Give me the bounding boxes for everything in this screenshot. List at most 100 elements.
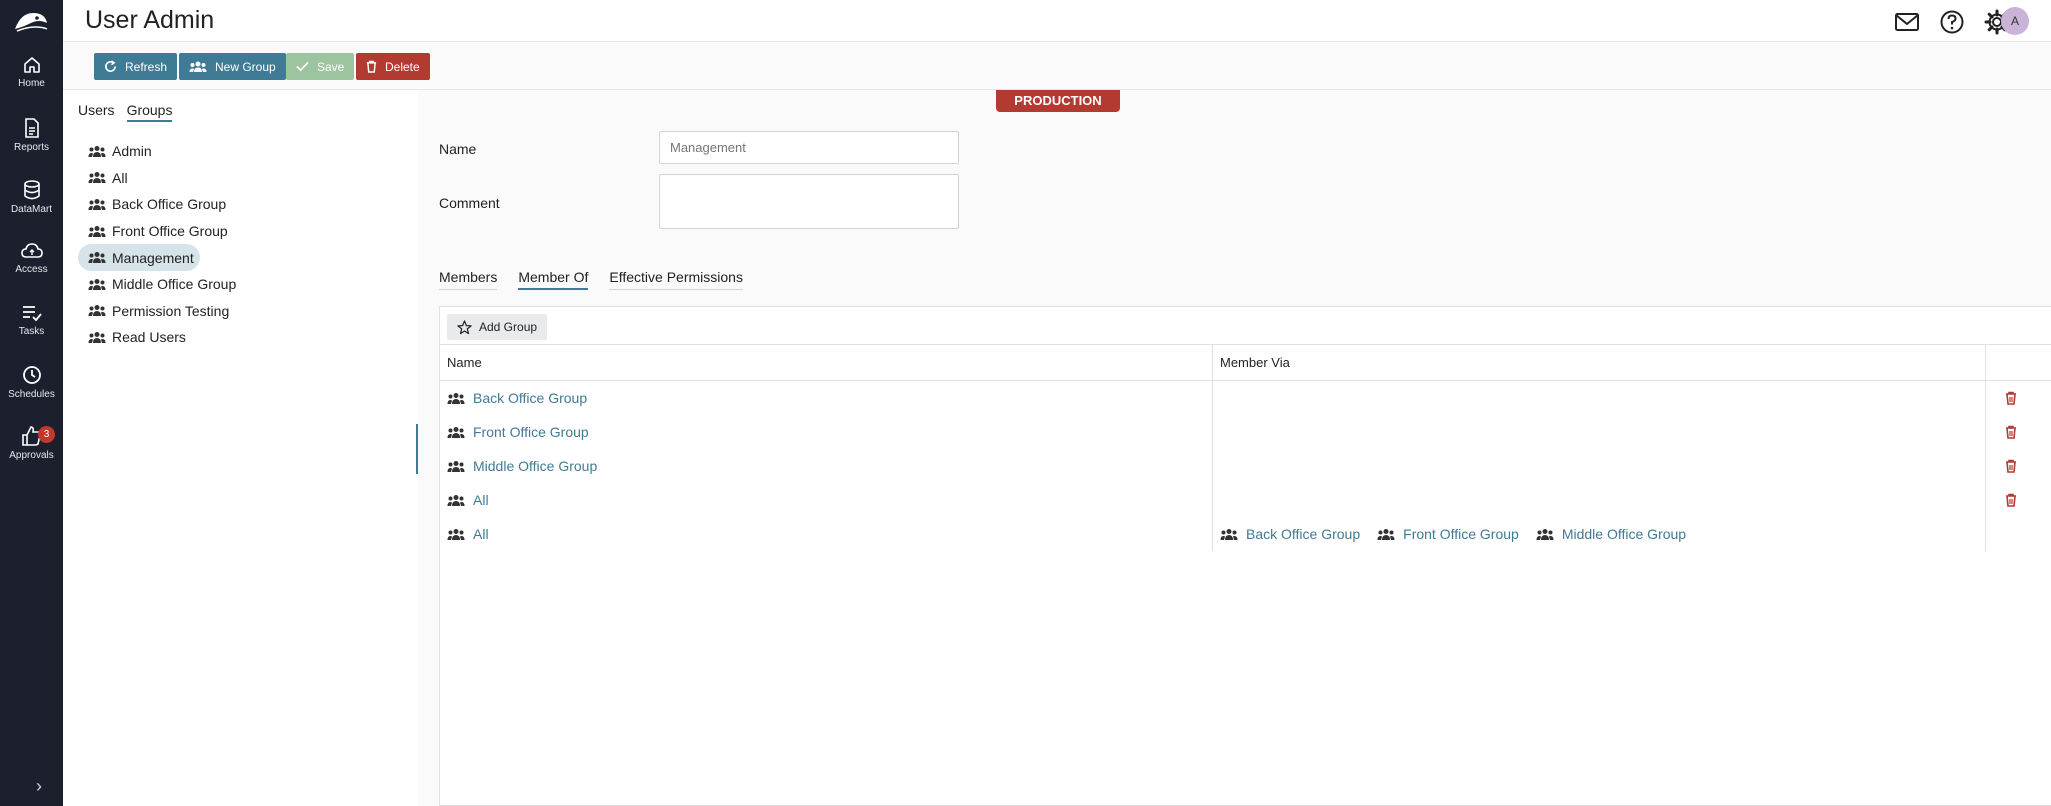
cell-member-via (1213, 483, 1986, 517)
table-row: Back Office Group (440, 381, 2051, 415)
group-link[interactable]: Back Office Group (473, 390, 587, 406)
trash-icon[interactable] (2005, 493, 2017, 507)
cell-member-via: Back Office Group Front Office Group Middl… (1213, 517, 1986, 551)
group-icon (447, 460, 465, 472)
table-row: All Back Office Group Front Office Group Mi… (440, 517, 2051, 551)
trash-icon[interactable] (2005, 459, 2017, 473)
cell-actions[interactable] (1986, 449, 2036, 483)
nav-label: Approvals (9, 450, 54, 461)
tab-effective-permissions[interactable]: Effective Permissions (609, 269, 743, 290)
cell-actions[interactable] (1986, 415, 2036, 449)
group-list-item[interactable]: Permission Testing (78, 298, 408, 325)
avatar[interactable]: A (2001, 7, 2029, 35)
table-row: Front Office Group (440, 415, 2051, 449)
nav-label: Home (18, 78, 45, 89)
nav-reports[interactable]: Reports (0, 118, 63, 153)
group-list-item[interactable]: Admin (78, 138, 408, 165)
comment-field[interactable] (659, 174, 959, 229)
clock-icon (22, 366, 41, 384)
group-link[interactable]: All (473, 526, 489, 542)
delete-button[interactable]: Delete (356, 53, 430, 80)
member-via-link[interactable]: Middle Office Group (1562, 526, 1686, 542)
column-header-name[interactable]: Name (440, 345, 1213, 380)
detail-tabs: Members Member Of Effective Permissions (439, 269, 743, 290)
group-list-item[interactable]: Read Users (78, 324, 408, 351)
cloud-icon (20, 243, 43, 258)
group-list-item[interactable]: Front Office Group (78, 218, 408, 245)
nav-tasks[interactable]: Tasks (0, 304, 63, 337)
user-group-tabs: Users Groups (78, 102, 173, 122)
group-link[interactable]: All (473, 492, 489, 508)
group-icon (88, 252, 106, 264)
name-input[interactable] (659, 131, 959, 164)
group-icon (88, 225, 106, 237)
member-via-link[interactable]: Front Office Group (1403, 526, 1519, 542)
group-name: Middle Office Group (112, 276, 237, 293)
group-list-item[interactable]: All (78, 165, 408, 192)
nav-label: Schedules (8, 389, 55, 400)
member-via-link[interactable]: Back Office Group (1246, 526, 1360, 542)
refresh-button[interactable]: Refresh (94, 53, 178, 80)
trash-icon[interactable] (2005, 391, 2017, 405)
grid-body: Back Office Group Front Office Group Middl… (440, 381, 2051, 551)
nav-datamart[interactable]: DataMart (0, 180, 63, 215)
group-icon (447, 494, 465, 506)
environment-badge: PRODUCTION (996, 90, 1120, 112)
help-icon[interactable] (1939, 9, 1965, 35)
header: User Admin A (63, 0, 2051, 42)
nav-approvals[interactable]: 3 Approvals (0, 426, 63, 461)
group-icon (1220, 528, 1238, 540)
group-icon (88, 278, 106, 290)
tab-member-of[interactable]: Member Of (518, 269, 589, 290)
group-icon (447, 392, 465, 404)
cell-name: All (440, 483, 1213, 517)
trash-icon (366, 60, 377, 73)
delete-label: Delete (385, 59, 420, 74)
member-of-grid: Add Group Name Member Via Back Office Gr… (439, 306, 2051, 806)
nav-home[interactable]: Home (0, 56, 63, 89)
group-icon (1377, 528, 1395, 540)
member-via-group: Back Office Group (1220, 526, 1360, 542)
refresh-icon (105, 60, 116, 72)
cell-actions[interactable] (1986, 381, 2036, 415)
column-header-member-via[interactable]: Member Via (1213, 345, 1986, 380)
reports-icon (24, 118, 39, 138)
group-list-item[interactable]: Management (78, 244, 200, 271)
cell-member-via (1213, 449, 1986, 483)
group-icon (189, 61, 207, 72)
add-group-button[interactable]: Add Group (447, 314, 548, 340)
tab-groups[interactable]: Groups (126, 102, 173, 122)
group-name: Front Office Group (112, 223, 228, 240)
toolbar: Refresh New Group Save Delete (63, 42, 2051, 90)
group-icon (447, 528, 465, 540)
comment-label: Comment (439, 195, 500, 211)
cell-actions[interactable] (1986, 483, 2036, 517)
group-name: Back Office Group (112, 196, 227, 213)
group-link[interactable]: Middle Office Group (473, 458, 597, 474)
table-row: All (440, 483, 2051, 517)
nav-access[interactable]: Access (0, 242, 63, 275)
trash-icon[interactable] (2005, 425, 2017, 439)
table-row: Middle Office Group (440, 449, 2051, 483)
approvals-badge: 3 (38, 426, 55, 443)
tab-users[interactable]: Users (78, 102, 115, 122)
cell-member-via (1213, 415, 1986, 449)
mail-icon[interactable] (1894, 9, 1920, 35)
cell-name: Front Office Group (440, 415, 1213, 449)
save-button[interactable]: Save (286, 53, 355, 80)
expand-nav-icon[interactable]: › (36, 776, 42, 797)
group-name: Management (112, 249, 194, 266)
group-icon (88, 305, 106, 317)
group-list-item[interactable]: Back Office Group (78, 191, 408, 218)
nav-schedules[interactable]: Schedules (0, 365, 63, 400)
group-list-item[interactable]: Middle Office Group (78, 271, 408, 298)
group-name: All (112, 169, 128, 186)
new-group-label: New Group (215, 59, 276, 74)
new-group-button[interactable]: New Group (179, 53, 286, 80)
nav-label: DataMart (10, 204, 53, 215)
tab-members[interactable]: Members (439, 269, 498, 290)
group-link[interactable]: Front Office Group (473, 424, 589, 440)
database-icon (23, 180, 40, 200)
grid-toolbar: Add Group (440, 307, 2051, 345)
group-icon (88, 331, 106, 343)
